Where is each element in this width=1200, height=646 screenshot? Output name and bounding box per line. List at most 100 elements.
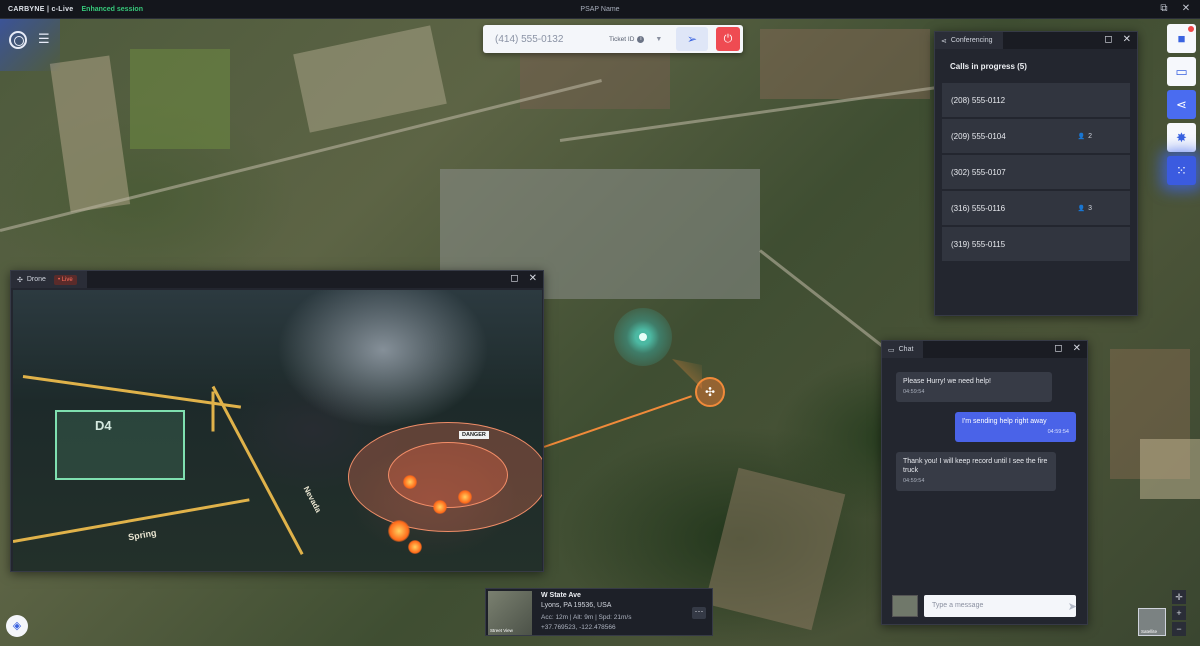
- fire-icon: [388, 520, 410, 542]
- chat-message-incoming: Thank you! I will keep record until I se…: [896, 452, 1056, 491]
- layers-button[interactable]: ◈: [6, 615, 28, 637]
- notification-dot: [1188, 26, 1194, 32]
- hex-button[interactable]: ✸: [1167, 123, 1196, 152]
- satellite-toggle[interactable]: Satellite: [1138, 608, 1166, 636]
- message-text: Thank you! I will keep record until I se…: [903, 458, 1048, 474]
- tab-label: Chat: [898, 346, 914, 353]
- psap-name: PSAP Name: [580, 5, 620, 13]
- message-input[interactable]: Type a message: [924, 595, 1076, 617]
- location-card: Street View W State Ave Lyons, PA 19536,…: [485, 588, 713, 636]
- city-address: Lyons, PA 19536, USA: [541, 602, 612, 609]
- street-view-thumbnail[interactable]: Street View: [488, 591, 532, 635]
- conferencing-panel: ⋖ Conferencing ◻ ✕ Calls in progress (5)…: [934, 31, 1138, 316]
- fire-icon: [403, 475, 417, 489]
- send-icon[interactable]: ➤: [1068, 600, 1077, 613]
- street-label: Spring: [127, 527, 158, 543]
- chat-icon: ▭: [888, 346, 895, 354]
- call-number: (316) 555-0116: [951, 203, 1006, 213]
- panel-header: ▭ Chat ◻ ✕: [882, 341, 1087, 358]
- zoom-out-button[interactable]: −: [1172, 622, 1186, 636]
- chat-message-outgoing: I'm sending help right away 04:59:54: [955, 412, 1076, 442]
- conference-icon: ⋖: [941, 37, 947, 45]
- calls-in-progress-title: Calls in progress (5): [950, 62, 1027, 71]
- maximize-icon[interactable]: ◻: [510, 273, 518, 285]
- send-link-button[interactable]: ➢: [676, 27, 708, 51]
- power-icon: ⏻: [723, 33, 733, 45]
- call-number: (302) 555-0107: [951, 167, 1006, 177]
- message-text: I'm sending help right away: [962, 418, 1047, 425]
- live-badge: • Live: [53, 274, 77, 285]
- right-toolbar: ■ ▭ ⋖ ✸ ⁙: [1167, 24, 1196, 185]
- participant-count-value: 2: [1088, 132, 1092, 140]
- close-window-icon[interactable]: ✕: [1180, 3, 1192, 15]
- drone-marker-icon[interactable]: ✣: [695, 377, 725, 407]
- participant-count: 👤 2: [1078, 133, 1092, 140]
- chevron-down-icon[interactable]: ▼: [655, 36, 662, 43]
- danger-label: DANGER: [459, 431, 489, 439]
- message-text: Please Hurry! we need help!: [903, 378, 991, 385]
- video-icon: ■: [1177, 31, 1186, 46]
- message-time: 04:59:54: [903, 389, 925, 395]
- maximize-icon[interactable]: ◻: [1104, 34, 1112, 46]
- dispatch-bar: (414) 555-0132 Ticket ID i ▼ ➢ ⏻: [483, 25, 743, 53]
- user-icon: 👤: [1077, 205, 1086, 212]
- tab-chat[interactable]: ▭ Chat: [882, 341, 924, 358]
- location-metrics: Acc: 12m | Alt: 9m | Spd: 21m/s: [541, 614, 632, 621]
- layers-icon: ◈: [12, 620, 22, 632]
- share-icon: ⋖: [1176, 97, 1187, 112]
- participant-count-value: 3: [1088, 204, 1092, 212]
- session-status: Enhanced session: [81, 5, 143, 13]
- nodes-button[interactable]: ⁙: [1167, 156, 1196, 185]
- caller-phone-input[interactable]: (414) 555-0132: [483, 34, 603, 45]
- video-button[interactable]: ■: [1167, 24, 1196, 53]
- tab-label: Conferencing: [950, 37, 993, 44]
- drone-video-feed[interactable]: D4 DANGER Spring Nevada: [13, 290, 542, 571]
- coordinates: +37.769523, -122.478566: [541, 624, 616, 631]
- call-number: (209) 555-0104: [951, 131, 1006, 141]
- incident-location-marker[interactable]: [614, 308, 672, 366]
- participant-count: 👤 3: [1078, 205, 1092, 212]
- call-number: (208) 555-0112: [951, 95, 1006, 105]
- call-row[interactable]: (208) 555-0112: [942, 83, 1130, 117]
- call-row[interactable]: (319) 555-0115: [942, 227, 1130, 261]
- send-icon: ➢: [686, 32, 698, 46]
- hex-icon: ✸: [1176, 130, 1187, 145]
- call-row[interactable]: (302) 555-0107: [942, 155, 1130, 189]
- tab-conferencing[interactable]: ⋖ Conferencing: [935, 32, 1003, 49]
- drone-link-line: [543, 395, 692, 448]
- share-button[interactable]: ⋖: [1167, 90, 1196, 119]
- more-options-button[interactable]: ···: [692, 607, 706, 619]
- tab-drone[interactable]: ✣ Drone • Live: [11, 271, 87, 288]
- popout-icon[interactable]: ⧉: [1158, 3, 1170, 15]
- drone-icon: ✣: [17, 276, 23, 284]
- call-row[interactable]: (209) 555-0104 👤 2: [942, 119, 1130, 153]
- ticket-id-field[interactable]: Ticket ID i ▼: [609, 35, 662, 43]
- ticket-id-label: Ticket ID: [609, 35, 635, 43]
- zone-label: D4: [95, 418, 112, 433]
- zone-d4[interactable]: [55, 410, 185, 480]
- call-list: (208) 555-0112 (209) 555-0104 👤 2 (302) 555-…: [935, 83, 1137, 261]
- locate-icon[interactable]: ✛: [1172, 590, 1186, 604]
- map-tools: ☰: [0, 19, 60, 71]
- call-row[interactable]: (316) 555-0116 👤 3: [942, 191, 1130, 225]
- fire-icon: [408, 540, 422, 554]
- brand-logo: CARBYNE | c-Live: [8, 5, 74, 13]
- user-icon: 👤: [1077, 133, 1086, 140]
- close-icon[interactable]: ✕: [1073, 343, 1081, 355]
- info-icon[interactable]: i: [637, 35, 645, 43]
- chat-message-incoming: Please Hurry! we need help! 04:59:54: [896, 372, 1052, 402]
- maximize-icon[interactable]: ◻: [1054, 343, 1062, 355]
- message-time: 04:59:54: [1047, 429, 1069, 435]
- target-icon[interactable]: [9, 31, 27, 49]
- street-address: W State Ave: [541, 592, 581, 599]
- fire-icon: [433, 500, 447, 514]
- close-icon[interactable]: ✕: [1123, 34, 1131, 46]
- list-icon[interactable]: ☰: [38, 32, 52, 46]
- chat-button[interactable]: ▭: [1167, 57, 1196, 86]
- attachment-thumbnail[interactable]: [892, 595, 918, 617]
- end-call-button[interactable]: ⏻: [716, 27, 740, 51]
- chat-panel: ▭ Chat ◻ ✕ Please Hurry! we need help! 0…: [881, 340, 1088, 625]
- close-icon[interactable]: ✕: [529, 273, 537, 285]
- drone-panel: ✣ Drone • Live ◻ ✕ D4 DANGER Spring Neva…: [10, 270, 544, 572]
- zoom-in-button[interactable]: +: [1172, 606, 1186, 620]
